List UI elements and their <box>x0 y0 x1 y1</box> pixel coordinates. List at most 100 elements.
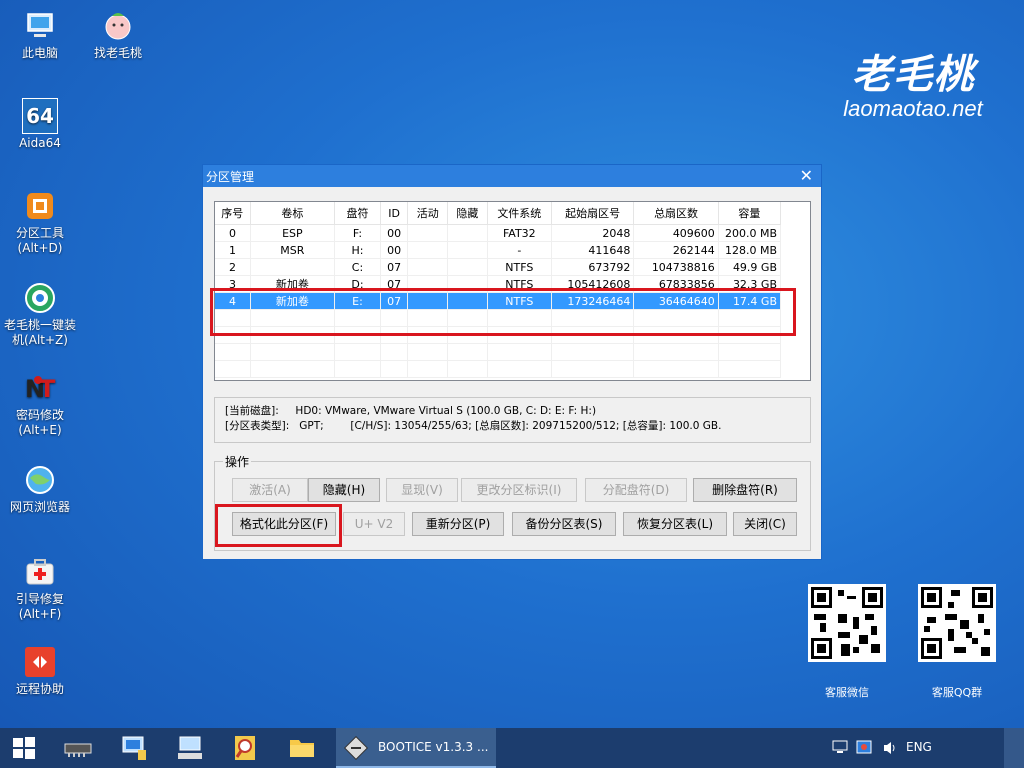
cell-hidden <box>447 224 488 242</box>
highlight-box-selected-row <box>210 288 796 336</box>
table-row[interactable]: 1 MSR H: 00 - 411648 262144 128.0 MB <box>215 241 782 259</box>
activate-button: 激活(A) <box>232 478 308 502</box>
globe-icon <box>26 466 54 494</box>
desktop-icon-label: 远程协助 <box>15 682 64 696</box>
cell-capacity: 200.0 MB <box>718 224 782 242</box>
qr-code-qq-group <box>918 584 996 662</box>
cell-id: 00 <box>380 241 409 259</box>
install-icon <box>25 283 55 313</box>
hide-button[interactable]: 隐藏(H) <box>308 478 380 502</box>
desktop-icon-label: 网页浏览器 <box>9 500 70 514</box>
desktop-icon-password-change[interactable]: NT 密码修改 (Alt+E) <box>0 370 80 438</box>
cell-total-sectors: 409600 <box>633 224 719 242</box>
window-titlebar[interactable]: 分区管理 ✕ <box>203 165 821 187</box>
table-row[interactable]: 2 C: 07 NTFS 673792 104738816 49.9 GB <box>215 258 782 276</box>
change-partition-id-button: 更改分区标识(I) <box>461 478 577 502</box>
taskbar-active-app[interactable]: BOOTICE v1.3.3 ... <box>336 728 496 768</box>
disk-info-panel: [当前磁盘]: HD0: VMware, VMware Virtual S (1… <box>214 397 811 443</box>
brand-name: 老毛桃 <box>851 51 975 98</box>
qr-label-qq-group: 客服QQ群 <box>931 686 983 699</box>
cell-label <box>250 258 336 276</box>
column-header[interactable]: 活动 <box>407 202 449 225</box>
desktop-icon-label: 找老毛桃 <box>93 46 142 60</box>
peach-icon <box>105 13 131 40</box>
taskbar-search-tool[interactable] <box>228 732 264 764</box>
qr-label-wechat: 客服微信 <box>825 686 869 699</box>
cell-label: ESP <box>250 224 336 242</box>
partition-table-info-line: [分区表类型]: GPT; [C/H/S]: 13054/255/63; [总扇… <box>225 420 722 432</box>
taskbar-memory-tool[interactable] <box>60 732 96 764</box>
table-row-empty <box>215 360 782 378</box>
qr-code-icon <box>811 587 883 659</box>
cell-label: MSR <box>250 241 336 259</box>
taskbar-network-tool[interactable] <box>116 732 152 764</box>
desktop-icon-remote-assist[interactable]: 远程协助 <box>0 644 80 697</box>
taskbar-device-manager[interactable] <box>172 732 208 764</box>
cell-start-sector: 2048 <box>551 224 635 242</box>
windows-logo-icon <box>13 737 35 759</box>
desktop-icon-label: 密码修改 <box>15 408 64 422</box>
input-language-indicator[interactable]: ENG <box>906 740 932 754</box>
partition-tool-icon <box>27 193 53 219</box>
cell-drive-letter: C: <box>334 258 381 276</box>
desktop-icon-boot-repair[interactable]: 引导修复 (Alt+F) <box>0 554 80 622</box>
desktop-icon-partition-tool[interactable]: 分区工具 (Alt+D) <box>0 188 80 256</box>
desktop-icon-shortcut: (Alt+E) <box>18 423 62 437</box>
desktop-icon-one-key-install[interactable]: 老毛桃一键装 机(Alt+Z) <box>0 280 80 348</box>
desktop-icon-label: 老毛桃一键装 <box>3 318 76 332</box>
cell-index: 0 <box>215 224 251 242</box>
magnifier-icon <box>235 736 255 760</box>
cell-active <box>407 241 449 259</box>
start-button[interactable] <box>6 732 42 764</box>
show-button: 显现(V) <box>386 478 458 502</box>
desktop-icon-shortcut: 机(Alt+Z) <box>12 333 68 347</box>
desktop-icon-this-pc[interactable]: 此电脑 <box>0 8 80 61</box>
cell-active <box>407 258 449 276</box>
desktop-icon-web-browser[interactable]: 网页浏览器 <box>0 462 80 515</box>
table-row[interactable]: 0 ESP F: 00 FAT32 2048 409600 200.0 MB <box>215 224 782 242</box>
column-header[interactable]: 文件系统 <box>487 202 552 225</box>
column-header[interactable]: 卷标 <box>250 202 336 225</box>
column-header[interactable]: 总扇区数 <box>633 202 719 225</box>
desktop-icon-shortcut: (Alt+F) <box>18 607 62 621</box>
cell-hidden <box>447 258 488 276</box>
cell-filesystem: FAT32 <box>487 224 552 242</box>
cell-capacity: 49.9 GB <box>718 258 782 276</box>
memory-chip-icon <box>64 743 92 757</box>
remove-drive-letter-button[interactable]: 删除盘符(R) <box>693 478 797 502</box>
volume-icon[interactable] <box>882 740 898 756</box>
table-header-row: 序号 卷标 盘符 ID 活动 隐藏 文件系统 起始扇区号 总扇区数 容量 <box>215 202 782 225</box>
disk-info-line: [当前磁盘]: HD0: VMware, VMware Virtual S (1… <box>225 405 597 417</box>
column-header[interactable]: 盘符 <box>334 202 381 225</box>
brand-url: laomaotao.net <box>843 96 983 121</box>
qr-code-icon <box>921 587 993 659</box>
show-desktop-button[interactable] <box>1004 728 1024 768</box>
qr-code-wechat <box>808 584 886 662</box>
taskbar-file-explorer[interactable] <box>284 732 320 764</box>
cell-total-sectors: 104738816 <box>633 258 719 276</box>
cell-index: 1 <box>215 241 251 259</box>
column-header[interactable]: ID <box>380 202 409 225</box>
cell-drive-letter: H: <box>334 241 381 259</box>
column-header[interactable]: 序号 <box>215 202 251 225</box>
cell-capacity: 128.0 MB <box>718 241 782 259</box>
network-status-icon[interactable] <box>832 740 848 754</box>
desktop-icon-find-laomaotao[interactable]: 找老毛桃 <box>78 8 158 61</box>
close-icon[interactable]: ✕ <box>800 166 813 185</box>
bootice-icon <box>344 736 368 760</box>
repartition-button[interactable]: 重新分区(P) <box>412 512 504 536</box>
table-row-empty <box>215 343 782 361</box>
close-button[interactable]: 关闭(C) <box>733 512 797 536</box>
cell-hidden <box>447 241 488 259</box>
restore-partition-table-button[interactable]: 恢复分区表(L) <box>623 512 727 536</box>
cell-filesystem: NTFS <box>487 258 552 276</box>
desktop-icon-aida64[interactable]: 64 Aida64 <box>0 98 80 151</box>
column-header[interactable]: 容量 <box>718 202 782 225</box>
column-header[interactable]: 隐藏 <box>447 202 488 225</box>
backup-partition-table-button[interactable]: 备份分区表(S) <box>512 512 616 536</box>
u-plus-v2-button: U+ V2 <box>343 512 405 536</box>
display-settings-icon[interactable] <box>856 740 872 754</box>
column-header[interactable]: 起始扇区号 <box>551 202 635 225</box>
cell-start-sector: 411648 <box>551 241 635 259</box>
highlight-box-format-button <box>215 504 342 547</box>
